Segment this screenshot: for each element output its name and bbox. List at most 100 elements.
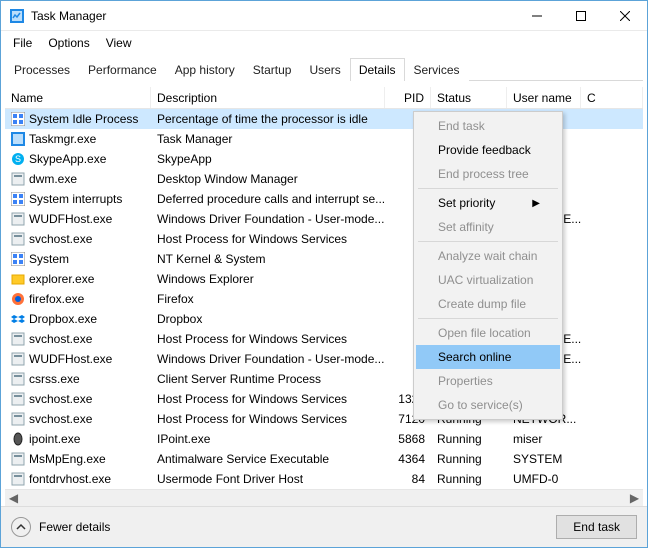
process-icon [11, 452, 25, 466]
process-description: SkypeApp [151, 149, 385, 169]
process-name: MsMpEng.exe [29, 452, 106, 466]
process-name: ipoint.exe [29, 432, 80, 446]
process-description: IPoint.exe [151, 429, 385, 449]
process-user: SYSTEM [507, 449, 581, 469]
process-description: Host Process for Windows Services [151, 329, 385, 349]
process-status: Running [431, 449, 507, 469]
window-controls [515, 1, 647, 31]
process-icon [11, 472, 25, 486]
ctx-set-priority[interactable]: Set priority▶ [416, 191, 560, 215]
tab-app-history[interactable]: App history [166, 58, 244, 81]
process-name: System Idle Process [29, 112, 138, 126]
process-name: csrss.exe [29, 372, 80, 386]
header-status[interactable]: Status [431, 87, 507, 108]
header-name[interactable]: Name [5, 87, 151, 108]
process-icon [11, 352, 25, 366]
ctx-uac-virtualization[interactable]: UAC virtualization [416, 268, 560, 292]
process-name: Taskmgr.exe [29, 132, 96, 146]
process-description: NT Kernel & System [151, 249, 385, 269]
process-pid: 84 [385, 469, 431, 489]
process-icon [11, 112, 25, 126]
scroll-right-icon[interactable]: ▶ [626, 490, 643, 507]
process-pid: 5868 [385, 429, 431, 449]
scroll-left-icon[interactable]: ◀ [5, 490, 22, 507]
process-name: svchost.exe [29, 412, 92, 426]
close-button[interactable] [603, 1, 647, 31]
process-name: Dropbox.exe [29, 312, 97, 326]
process-icon [11, 292, 25, 306]
process-user: miser [507, 429, 581, 449]
ctx-separator [418, 318, 558, 319]
process-icon [11, 392, 25, 406]
process-user: UMFD-0 [507, 469, 581, 489]
process-description: Windows Driver Foundation - User-mode... [151, 209, 385, 229]
process-description: Task Manager [151, 129, 385, 149]
end-task-button[interactable]: End task [556, 515, 637, 539]
ctx-end-task[interactable]: End task [416, 114, 560, 138]
ctx-provide-feedback[interactable]: Provide feedback [416, 138, 560, 162]
menu-options[interactable]: Options [40, 33, 97, 53]
process-description: Host Process for Windows Services [151, 229, 385, 249]
process-icon: S [11, 152, 25, 166]
column-headers: Name Description PID Status User name C [5, 87, 643, 109]
horizontal-scrollbar[interactable]: ◀ ▶ [5, 489, 643, 506]
chevron-right-icon: ▶ [532, 198, 540, 209]
menu-view[interactable]: View [98, 33, 140, 53]
process-name: System [29, 252, 69, 266]
process-icon [11, 172, 25, 186]
fewer-details-button[interactable]: Fewer details [11, 517, 110, 537]
process-description: Client Server Runtime Process [151, 369, 385, 389]
process-icon [11, 312, 25, 326]
process-icon [11, 212, 25, 226]
process-icon [11, 412, 25, 426]
process-description: Host Process for Windows Services [151, 409, 385, 429]
process-description: Dropbox [151, 309, 385, 329]
chevron-up-icon [11, 517, 31, 537]
process-icon [11, 372, 25, 386]
ctx-separator [418, 241, 558, 242]
ctx-properties[interactable]: Properties [416, 369, 560, 393]
process-icon [11, 332, 25, 346]
process-icon [11, 272, 25, 286]
table-row[interactable]: MsMpEng.exeAntimalware Service Executabl… [5, 449, 643, 469]
taskmgr-icon [9, 8, 25, 24]
process-name: firefox.exe [29, 292, 84, 306]
header-description[interactable]: Description [151, 87, 385, 108]
header-user-name[interactable]: User name [507, 87, 581, 108]
process-description: Percentage of time the processor is idle [151, 109, 385, 129]
process-icon [11, 192, 25, 206]
tab-details[interactable]: Details [350, 58, 405, 81]
ctx-open-file-location[interactable]: Open file location [416, 321, 560, 345]
ctx-create-dump-file[interactable]: Create dump file [416, 292, 560, 316]
tabstrip: Processes Performance App history Startu… [5, 57, 643, 81]
fewer-details-label: Fewer details [39, 520, 110, 534]
ctx-go-to-services[interactable]: Go to service(s) [416, 393, 560, 417]
header-pid[interactable]: PID [385, 87, 431, 108]
minimize-button[interactable] [515, 1, 559, 31]
maximize-button[interactable] [559, 1, 603, 31]
ctx-search-online[interactable]: Search online [416, 345, 560, 369]
context-menu: End task Provide feedback End process tr… [413, 111, 563, 420]
ctx-analyze-wait-chain[interactable]: Analyze wait chain [416, 244, 560, 268]
menu-file[interactable]: File [5, 33, 40, 53]
header-last[interactable]: C [581, 87, 643, 108]
tab-services[interactable]: Services [405, 58, 469, 81]
process-name: svchost.exe [29, 392, 92, 406]
process-status: Running [431, 469, 507, 489]
process-pid: 4364 [385, 449, 431, 469]
table-row[interactable]: ipoint.exeIPoint.exe5868Runningmiser [5, 429, 643, 449]
process-description: Deferred procedure calls and interrupt s… [151, 189, 385, 209]
ctx-end-process-tree[interactable]: End process tree [416, 162, 560, 186]
footer: Fewer details End task [1, 506, 647, 547]
process-name: svchost.exe [29, 232, 92, 246]
ctx-set-affinity[interactable]: Set affinity [416, 215, 560, 239]
tab-processes[interactable]: Processes [5, 58, 79, 81]
tab-users[interactable]: Users [300, 58, 349, 81]
details-grid: Name Description PID Status User name C … [5, 87, 643, 489]
tab-performance[interactable]: Performance [79, 58, 166, 81]
tab-startup[interactable]: Startup [244, 58, 301, 81]
process-name: System interrupts [29, 192, 122, 206]
table-row[interactable]: fontdrvhost.exeUsermode Font Driver Host… [5, 469, 643, 489]
window-title: Task Manager [31, 9, 515, 23]
process-name: dwm.exe [29, 172, 77, 186]
